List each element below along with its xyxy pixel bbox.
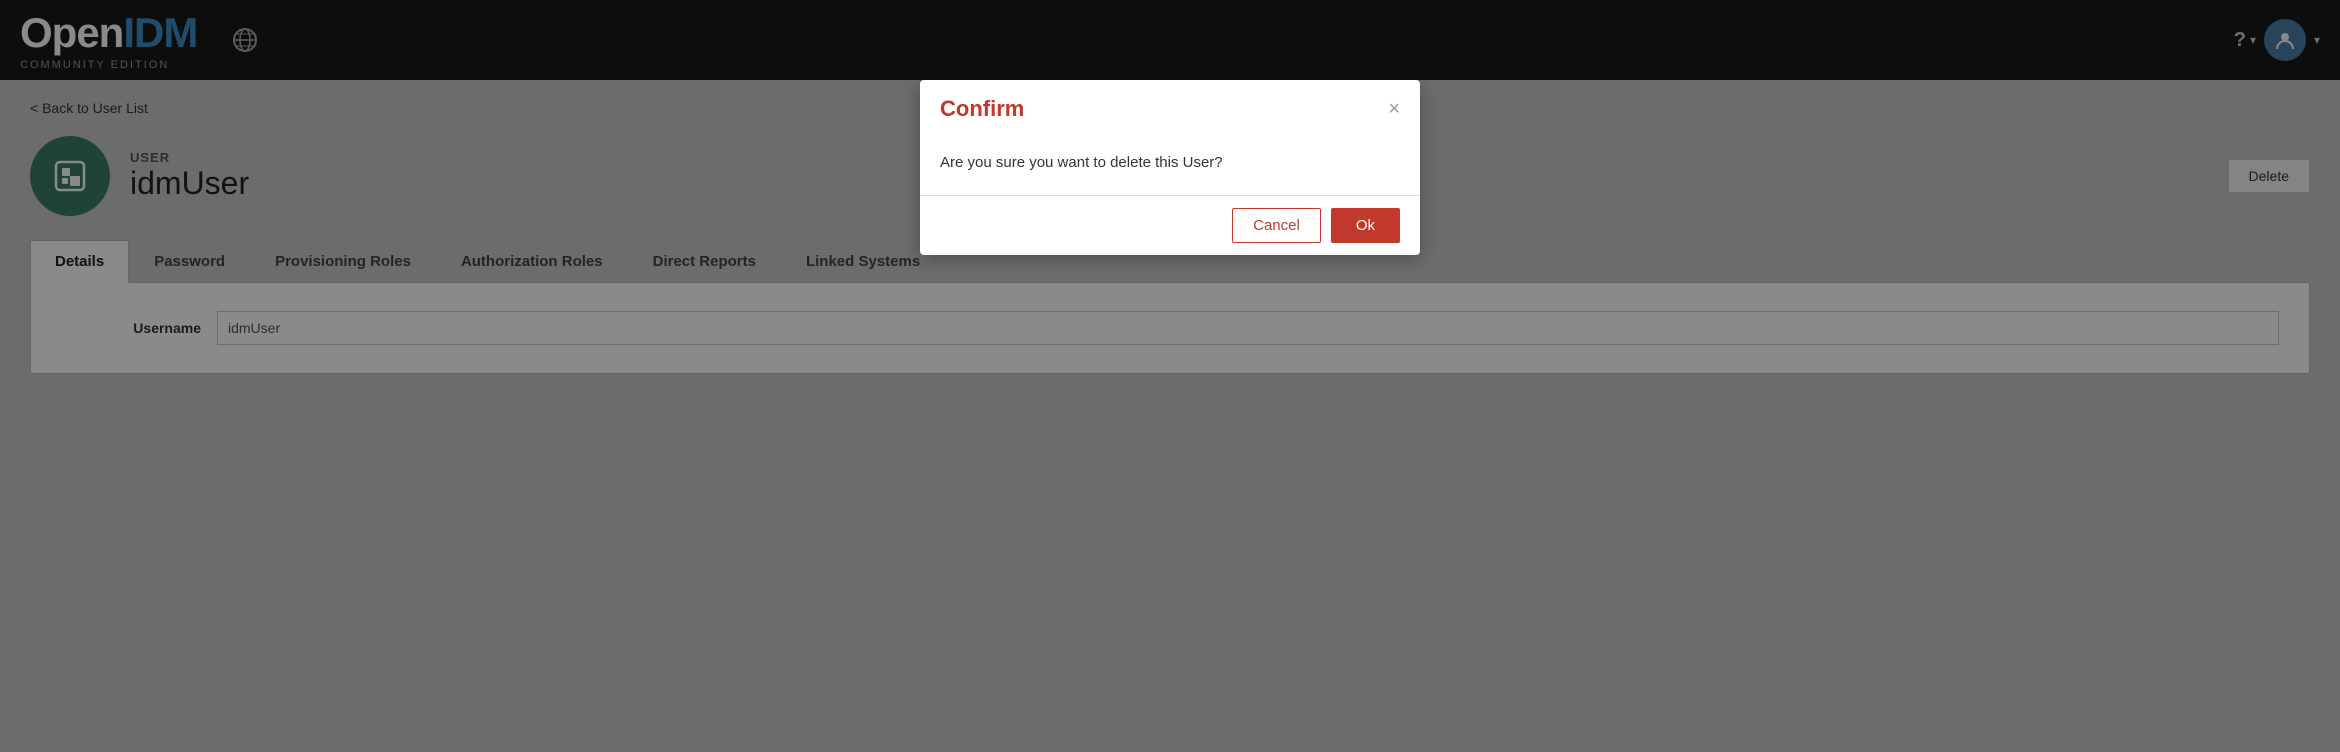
- modal-close-button[interactable]: ×: [1388, 99, 1400, 119]
- confirm-modal: Confirm × Are you sure you want to delet…: [920, 80, 1420, 255]
- modal-footer: Cancel Ok: [920, 195, 1420, 255]
- modal-header: Confirm ×: [920, 80, 1420, 138]
- cancel-button[interactable]: Cancel: [1232, 208, 1321, 243]
- modal-overlay: Confirm × Are you sure you want to delet…: [0, 0, 2340, 752]
- modal-title: Confirm: [940, 96, 1024, 122]
- modal-message: Are you sure you want to delete this Use…: [940, 154, 1400, 171]
- ok-button[interactable]: Ok: [1331, 208, 1400, 243]
- modal-body: Are you sure you want to delete this Use…: [920, 138, 1420, 195]
